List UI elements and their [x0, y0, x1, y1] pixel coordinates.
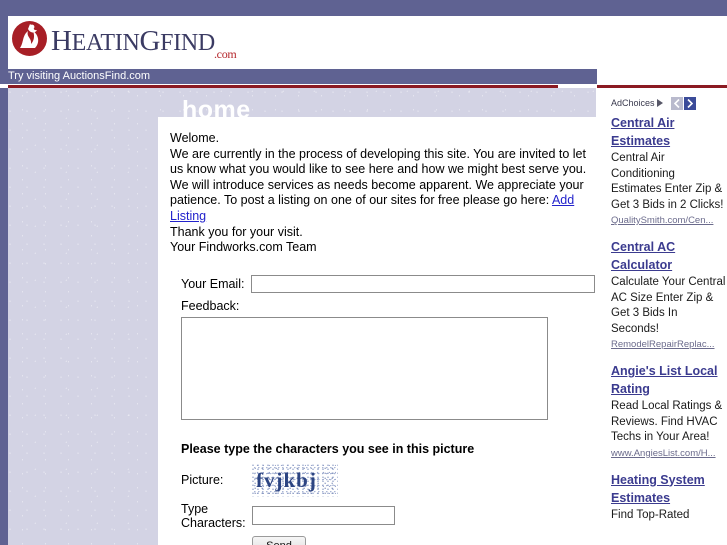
- page-root: HEATINGFIND.com Try visiting AuctionsFin…: [0, 0, 727, 545]
- adchoices-icon[interactable]: [656, 99, 663, 107]
- ad-unit[interactable]: Angie's List Local Rating Read Local Rat…: [611, 362, 727, 460]
- ad-url[interactable]: QualitySmith.com/Cen...: [611, 214, 727, 227]
- type-characters-label: Type Characters:: [181, 501, 246, 530]
- site-logo[interactable]: HEATINGFIND.com: [8, 18, 237, 61]
- welcome-thanks: Thank you for your visit.: [170, 224, 303, 239]
- email-label: Your Email:: [181, 276, 245, 291]
- ad-title[interactable]: Central AC Calculator: [611, 240, 675, 272]
- ad-description: Read Local Ratings & Reviews. Find HVAC …: [611, 400, 723, 443]
- flame-disc-icon: [10, 18, 50, 58]
- captcha-image: fvjkbj: [252, 463, 338, 497]
- logo-tld: .com: [213, 46, 237, 61]
- email-input[interactable]: [251, 274, 595, 293]
- page-title: home: [182, 96, 251, 124]
- ad-url[interactable]: www.AngiesList.com/H...: [611, 447, 727, 460]
- logo-wordmark: HEATINGFIND.com: [51, 24, 237, 61]
- tagline-bar[interactable]: Try visiting AuctionsFind.com: [0, 69, 597, 84]
- adchoices-row: AdChoices: [611, 96, 727, 110]
- ad-next-button[interactable]: [683, 96, 696, 110]
- welcome-body-text: We are currently in the process of devel…: [170, 146, 587, 208]
- captcha-input-row: Type Characters:: [181, 502, 595, 530]
- header-rule-right: [597, 85, 727, 88]
- ad-description: Calculate Your Central AC Size Enter Zip…: [611, 276, 726, 335]
- tagline-text: Try visiting AuctionsFind.com: [8, 70, 151, 82]
- welcome-signoff: Your Findworks.com Team: [170, 240, 317, 255]
- welcome-body: We are currently in the process of devel…: [170, 147, 595, 225]
- feedback-textarea[interactable]: [181, 316, 548, 420]
- ad-description: Find Top-Rated: [611, 508, 690, 521]
- ad-title[interactable]: Angie's List Local Rating: [611, 364, 717, 396]
- welcome-greeting: Welome.: [170, 131, 220, 145]
- ad-nav-arrows: [670, 96, 696, 110]
- ad-prev-button[interactable]: [670, 96, 683, 110]
- feedback-form: Your Email: Feedback: Please type the ch…: [170, 274, 595, 545]
- welcome-message: Welome. We are currently in the process …: [170, 131, 595, 256]
- submit-row: Send: [252, 535, 595, 545]
- ad-unit[interactable]: Central Air Estimates Central Air Condit…: [611, 114, 727, 227]
- picture-label: Picture:: [181, 473, 224, 488]
- captcha-text: fvjkbj: [256, 467, 317, 492]
- send-button[interactable]: Send: [252, 535, 306, 545]
- email-row: Your Email:: [181, 274, 595, 293]
- feedback-field-wrap: [181, 316, 595, 420]
- ad-title[interactable]: Central Air Estimates: [611, 116, 674, 148]
- ad-sidebar: AdChoices Central Air Estimates Central …: [611, 96, 727, 545]
- feedback-label: Feedback:: [181, 298, 240, 313]
- captcha-picture-row: Picture: fvjkbj: [181, 463, 595, 497]
- captcha-input[interactable]: [252, 506, 395, 526]
- ad-url[interactable]: RemodelRepairReplac...: [611, 338, 727, 351]
- content-panel: Welome. We are currently in the process …: [158, 117, 611, 545]
- ad-description: Central Air Conditioning Estimates Enter…: [611, 152, 724, 211]
- top-accent-bar: [0, 0, 727, 16]
- ad-unit[interactable]: Central AC Calculator Calculate Your Cen…: [611, 238, 727, 351]
- captcha-heading: Please type the characters you see in th…: [181, 441, 475, 456]
- site-header: HEATINGFIND.com: [0, 16, 727, 69]
- ad-unit[interactable]: Heating System Estimates Find Top-Rated: [611, 471, 727, 524]
- ad-title[interactable]: Heating System Estimates: [611, 473, 705, 505]
- left-edge-accent: [0, 88, 8, 545]
- adchoices-label[interactable]: AdChoices: [611, 98, 655, 108]
